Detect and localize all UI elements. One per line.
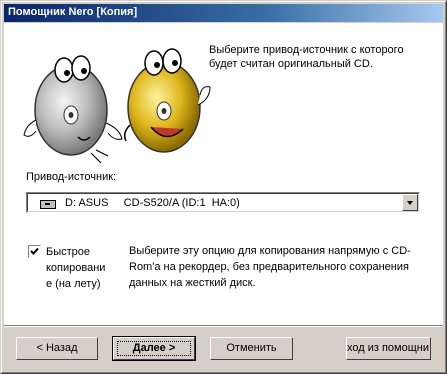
content-panel: Выберите привод-источник с которого буде…	[4, 23, 443, 325]
wizard-window: Помощник Nero [Копия] Выберите привод-ис…	[0, 0, 447, 374]
dropdown-button[interactable]	[402, 194, 418, 211]
next-button[interactable]: Далее >	[112, 336, 196, 361]
focus-rectangle	[117, 341, 191, 356]
source-drive-value: D: ASUS CD-S520/A (ID:1 HA:0)	[65, 197, 240, 209]
cd-mascots-illustration	[23, 48, 211, 164]
source-drive-select-field[interactable]: D: ASUS CD-S520/A (ID:1 HA:0)	[27, 193, 419, 212]
cancel-button[interactable]: Отменить	[210, 337, 293, 360]
source-drive-label: Привод-источник:	[26, 171, 117, 183]
checkmark-icon	[30, 247, 39, 255]
gold-cd-mascot	[123, 48, 211, 153]
quick-copy-checkbox[interactable]	[28, 245, 41, 258]
back-button[interactable]: < Назад	[16, 337, 98, 360]
quick-copy-label[interactable]: Быстрое копировани е (на лету)	[46, 244, 108, 292]
silver-cd-mascot	[23, 55, 123, 164]
quick-copy-description: Выберите эту опцию для копирования напря…	[129, 245, 411, 289]
exit-wizard-button[interactable]: ход из помощни	[346, 337, 431, 360]
separator-highlight	[4, 326, 443, 327]
chevron-down-icon	[407, 201, 413, 205]
source-drive-select[interactable]: D: ASUS CD-S520/A (ID:1 HA:0)	[26, 192, 420, 213]
cd-drive-icon	[40, 200, 56, 209]
title-bar[interactable]: Помощник Nero [Копия]	[4, 4, 443, 22]
intro-text: Выберите привод-источник с которого буде…	[209, 44, 404, 70]
window-title: Помощник Nero [Копия]	[8, 6, 138, 18]
